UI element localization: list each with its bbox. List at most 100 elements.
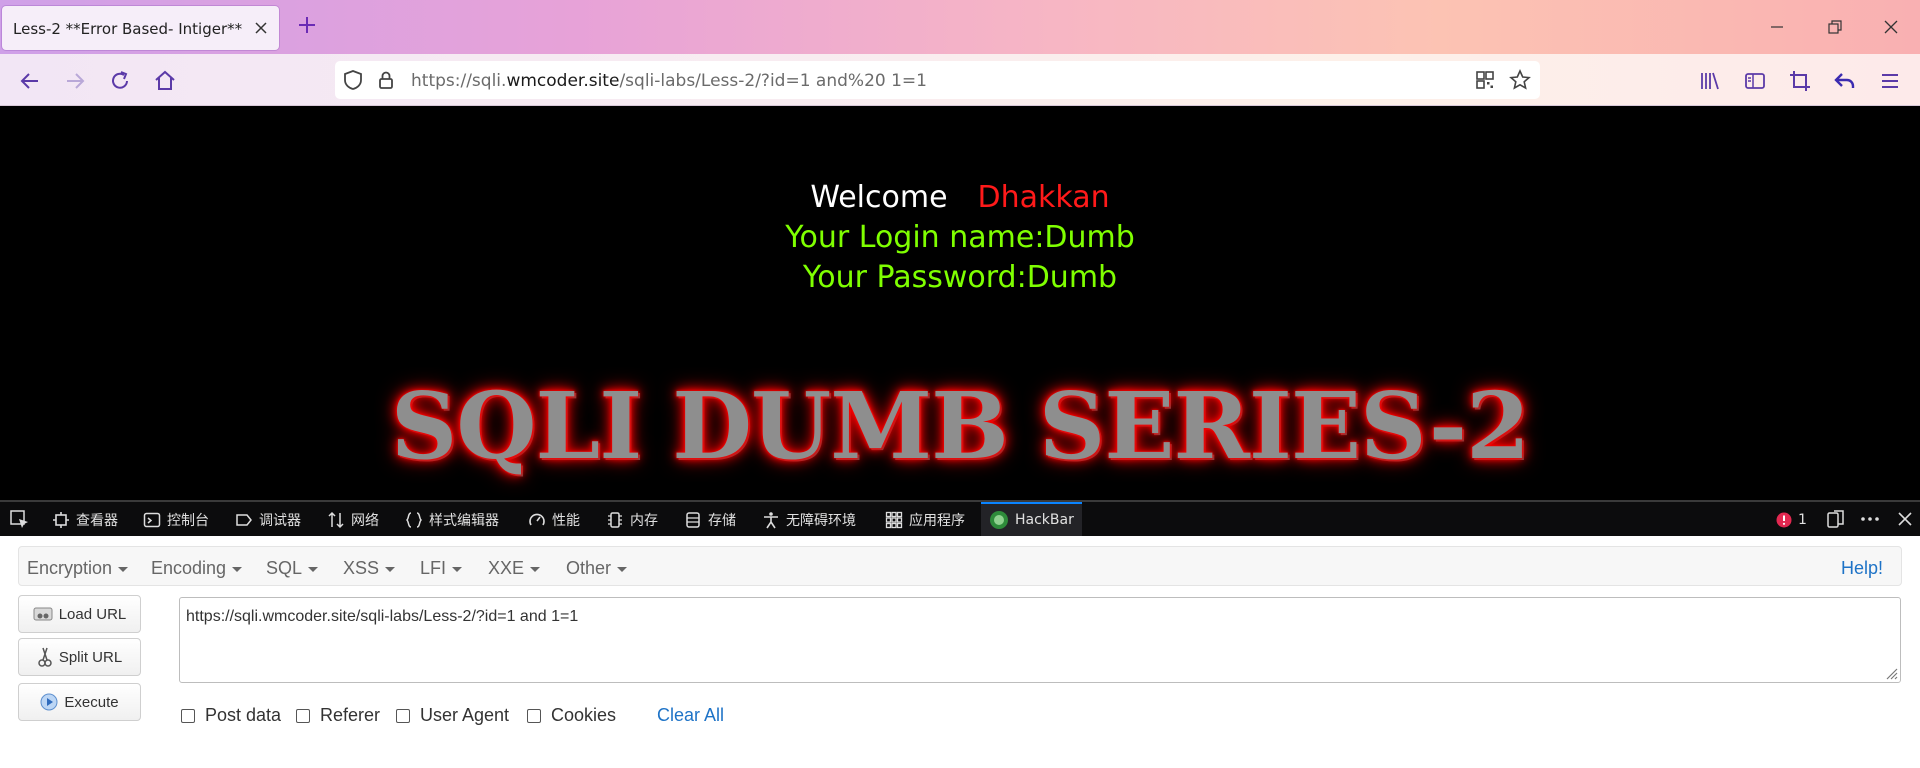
welcome-label: Welcome — [810, 180, 948, 215]
navigation-bar: https://sqli.wmcoder.site/sqli-labs/Less… — [0, 54, 1920, 106]
reload-icon[interactable] — [107, 68, 133, 94]
user-agent-option[interactable]: User Agent — [396, 705, 509, 726]
sidebar-icon[interactable] — [1742, 68, 1768, 94]
load-url-label: Load URL — [58, 605, 127, 623]
screenshot-crop-icon[interactable] — [1787, 68, 1813, 94]
tab-network[interactable]: 网络 — [327, 509, 379, 531]
referer-label: Referer — [320, 705, 381, 725]
close-window-icon[interactable] — [1880, 16, 1902, 38]
cookies-checkbox[interactable] — [527, 708, 541, 723]
login-name-text: Your Login name:Dumb — [785, 220, 1135, 255]
page-content: Welcome Dhakkan Your Login name:Dumb Your… — [0, 106, 1920, 500]
menu-encryption-label: Encryption — [27, 558, 113, 578]
tab-storage-label: 存储 — [708, 513, 736, 529]
caret-down-icon — [385, 566, 396, 572]
load-url-button[interactable]: Load URL — [18, 595, 141, 633]
referer-option[interactable]: Referer — [296, 705, 380, 726]
menu-lfi[interactable]: LFI — [420, 558, 463, 579]
qr-code-icon[interactable] — [1474, 69, 1496, 91]
tab-performance[interactable]: 性能 — [528, 509, 580, 531]
caret-down-icon — [232, 566, 243, 572]
post-data-checkbox[interactable] — [181, 708, 195, 723]
url-bar[interactable]: https://sqli.wmcoder.site/sqli-labs/Less… — [335, 61, 1540, 99]
tab-debugger[interactable]: 调试器 — [235, 509, 301, 531]
tab-debugger-label: 调试器 — [259, 513, 301, 529]
element-picker-icon[interactable] — [9, 509, 31, 531]
help-link[interactable]: Help! — [1841, 558, 1883, 579]
tracking-protection-icon[interactable] — [342, 69, 364, 91]
caret-down-icon — [530, 566, 541, 572]
menu-xss-label: XSS — [343, 558, 380, 578]
accessibility-icon — [764, 512, 778, 529]
back-icon[interactable] — [17, 68, 43, 94]
tab-application-label: 应用程序 — [909, 513, 965, 529]
menu-lfi-label: LFI — [420, 558, 447, 578]
debugger-icon — [236, 514, 252, 526]
post-data-option[interactable]: Post data — [181, 705, 281, 726]
tab-accessibility[interactable]: 无障碍环境 — [762, 509, 856, 531]
close-tab-icon[interactable] — [251, 18, 271, 38]
url-text[interactable]: https://sqli.wmcoder.site/sqli-labs/Less… — [411, 71, 927, 91]
undo-arrow-icon[interactable] — [1832, 68, 1858, 94]
tab-storage[interactable]: 存储 — [684, 509, 736, 531]
menu-sql[interactable]: SQL — [266, 558, 319, 579]
tab-console-label: 控制台 — [167, 513, 209, 529]
more-options-icon[interactable] — [1860, 509, 1880, 529]
password-text: Your Password:Dumb — [802, 260, 1118, 295]
inspector-icon — [53, 512, 69, 528]
url-textarea[interactable]: https://sqli.wmcoder.site/sqli-labs/Less… — [179, 597, 1901, 683]
console-icon — [143, 512, 161, 528]
menu-xxe[interactable]: XXE — [488, 558, 541, 579]
url-textarea-value: https://sqli.wmcoder.site/sqli-labs/Less… — [186, 608, 579, 625]
tab-inspector-label: 查看器 — [76, 513, 118, 529]
lock-icon[interactable] — [375, 69, 397, 91]
split-url-label: Split URL — [58, 648, 123, 666]
tab-console[interactable]: 控制台 — [143, 509, 209, 531]
menu-other[interactable]: Other — [566, 558, 628, 579]
hackbar-menu: Encryption Encoding SQL XSS LFI XXE Othe… — [18, 546, 1902, 586]
browser-tab[interactable]: Less-2 **Error Based- Intiger** — [2, 6, 279, 50]
scissors-icon — [38, 647, 52, 667]
welcome-username: Dhakkan — [977, 180, 1110, 215]
play-icon — [40, 693, 58, 711]
tab-title: Less-2 **Error Based- Intiger** — [13, 20, 243, 38]
home-icon[interactable] — [152, 68, 178, 94]
referer-checkbox[interactable] — [296, 708, 310, 723]
split-url-button[interactable]: Split URL — [18, 638, 141, 676]
resize-grip-icon[interactable] — [1884, 666, 1898, 680]
tab-network-label: 网络 — [351, 513, 379, 529]
tab-hackbar[interactable]: HackBar — [981, 502, 1082, 536]
tab-style-editor[interactable]: 样式编辑器 — [405, 509, 499, 531]
error-icon — [1776, 512, 1792, 528]
load-url-icon — [33, 607, 53, 621]
tab-application[interactable]: 应用程序 — [885, 509, 965, 531]
menu-encoding[interactable]: Encoding — [151, 558, 243, 579]
tab-hackbar-label: HackBar — [1015, 512, 1074, 528]
execute-label: Execute — [64, 693, 119, 711]
user-agent-checkbox[interactable] — [396, 708, 410, 723]
menu-encryption[interactable]: Encryption — [27, 558, 129, 579]
style-editor-icon — [405, 512, 423, 528]
caret-down-icon — [617, 566, 628, 572]
url-path: /sqli-labs/Less-2/?id=1 and%20 1=1 — [619, 71, 927, 91]
menu-xss[interactable]: XSS — [343, 558, 396, 579]
library-icon[interactable] — [1697, 68, 1723, 94]
minimize-icon[interactable] — [1766, 16, 1788, 38]
hackbar-panel: Encryption Encoding SQL XSS LFI XXE Othe… — [0, 536, 1920, 768]
url-host: wmcoder.site — [506, 71, 620, 91]
post-data-label: Post data — [205, 705, 282, 725]
error-count-badge[interactable]: 1 — [1776, 509, 1807, 531]
responsive-design-icon[interactable] — [1826, 509, 1846, 529]
menu-hamburger-icon[interactable] — [1877, 68, 1903, 94]
new-tab-icon[interactable] — [296, 14, 318, 36]
close-devtools-icon[interactable] — [1895, 509, 1915, 529]
forward-icon[interactable] — [62, 68, 88, 94]
memory-icon — [608, 512, 622, 528]
cookies-option[interactable]: Cookies — [527, 705, 616, 726]
execute-button[interactable]: Execute — [18, 683, 141, 721]
clear-all-link[interactable]: Clear All — [657, 705, 724, 726]
tab-inspector[interactable]: 查看器 — [52, 509, 118, 531]
bookmark-star-icon[interactable] — [1509, 69, 1531, 91]
restore-icon[interactable] — [1824, 16, 1846, 38]
tab-memory[interactable]: 内存 — [606, 509, 658, 531]
